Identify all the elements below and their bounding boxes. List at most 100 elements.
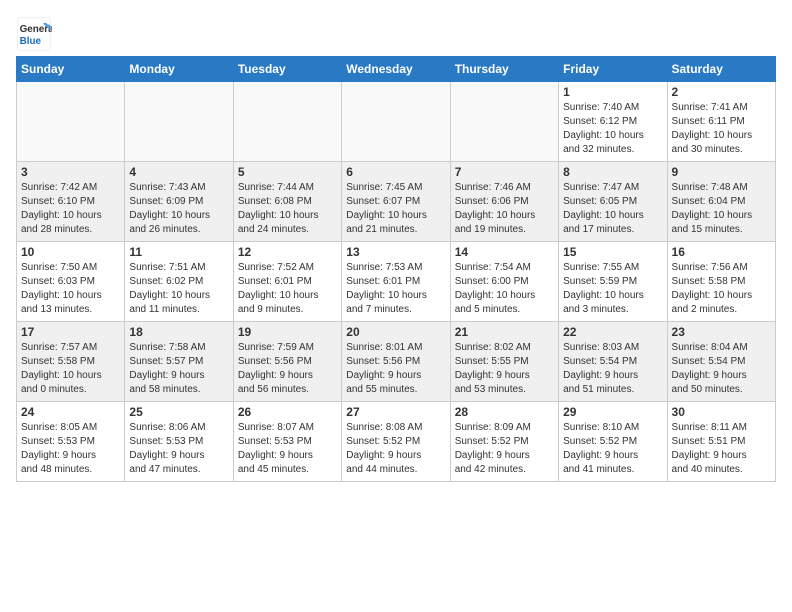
day-info: Sunrise: 7:53 AM Sunset: 6:01 PM Dayligh… — [346, 261, 445, 317]
day-info: Sunrise: 7:56 AM Sunset: 5:58 PM Dayligh… — [672, 261, 771, 317]
calendar-cell: 18Sunrise: 7:58 AM Sunset: 5:57 PM Dayli… — [125, 322, 233, 402]
day-info: Sunrise: 7:46 AM Sunset: 6:06 PM Dayligh… — [455, 181, 554, 237]
day-number: 2 — [672, 85, 771, 99]
calendar-cell: 9 Sunrise: 7:48 AM Sunset: 6:04 PM Daylig… — [667, 162, 775, 242]
calendar-cell: 30 Sunrise: 8:11 AM Sunset: 5:51 PM Dayli… — [667, 402, 775, 482]
day-number: 13 — [346, 245, 445, 259]
day-info: Sunrise: 7:51 AM Sunset: 6:02 PM Dayligh… — [129, 261, 228, 317]
day-number: 16 — [672, 245, 771, 259]
calendar-week-row: 3 Sunrise: 7:42 AM Sunset: 6:10 PM Daylig… — [17, 162, 776, 242]
logo-icon: General Blue — [16, 16, 52, 52]
calendar-cell: 19Sunrise: 7:59 AM Sunset: 5:56 PM Dayli… — [233, 322, 341, 402]
day-number: 15 — [563, 245, 662, 259]
day-number: 27 — [346, 405, 445, 419]
day-info: Sunrise: 8:04 AM Sunset: 5:54 PM Dayligh… — [672, 341, 771, 397]
calendar-cell: 27 Sunrise: 8:08 AM Sunset: 5:52 PM Dayli… — [342, 402, 450, 482]
weekday-header-tuesday: Tuesday — [233, 57, 341, 82]
day-number: 30 — [672, 405, 771, 419]
calendar-cell: 28 Sunrise: 8:09 AM Sunset: 5:52 PM Dayli… — [450, 402, 558, 482]
day-number: 24 — [21, 405, 120, 419]
day-number: 10 — [21, 245, 120, 259]
calendar-cell: 11 Sunrise: 7:51 AM Sunset: 6:02 PM Dayli… — [125, 242, 233, 322]
day-info: Sunrise: 8:08 AM Sunset: 5:52 PM Dayligh… — [346, 421, 445, 477]
day-info: Sunrise: 8:10 AM Sunset: 5:52 PM Dayligh… — [563, 421, 662, 477]
calendar-cell — [342, 82, 450, 162]
day-info: Sunrise: 8:11 AM Sunset: 5:51 PM Dayligh… — [672, 421, 771, 477]
day-number: 8 — [563, 165, 662, 179]
day-number: 26 — [238, 405, 337, 419]
day-number: 5 — [238, 165, 337, 179]
calendar-header-row: SundayMondayTuesdayWednesdayThursdayFrid… — [17, 57, 776, 82]
calendar-cell: 5 Sunrise: 7:44 AM Sunset: 6:08 PM Daylig… — [233, 162, 341, 242]
calendar-cell: 13 Sunrise: 7:53 AM Sunset: 6:01 PM Dayli… — [342, 242, 450, 322]
day-number: 4 — [129, 165, 228, 179]
day-info: Sunrise: 7:58 AM Sunset: 5:57 PM Dayligh… — [129, 341, 228, 397]
day-number: 6 — [346, 165, 445, 179]
calendar-cell: 21Sunrise: 8:02 AM Sunset: 5:55 PM Dayli… — [450, 322, 558, 402]
day-number: 25 — [129, 405, 228, 419]
weekday-header-friday: Friday — [559, 57, 667, 82]
calendar-table: SundayMondayTuesdayWednesdayThursdayFrid… — [16, 56, 776, 482]
calendar-cell: 8 Sunrise: 7:47 AM Sunset: 6:05 PM Daylig… — [559, 162, 667, 242]
day-info: Sunrise: 7:57 AM Sunset: 5:58 PM Dayligh… — [21, 341, 120, 397]
calendar-week-row: 24 Sunrise: 8:05 AM Sunset: 5:53 PM Dayli… — [17, 402, 776, 482]
day-info: Sunrise: 7:47 AM Sunset: 6:05 PM Dayligh… — [563, 181, 662, 237]
day-number: 23 — [672, 325, 771, 339]
calendar-cell: 14Sunrise: 7:54 AM Sunset: 6:00 PM Dayli… — [450, 242, 558, 322]
day-info: Sunrise: 7:48 AM Sunset: 6:04 PM Dayligh… — [672, 181, 771, 237]
weekday-header-thursday: Thursday — [450, 57, 558, 82]
calendar-cell: 23 Sunrise: 8:04 AM Sunset: 5:54 PM Dayli… — [667, 322, 775, 402]
day-info: Sunrise: 7:40 AM Sunset: 6:12 PM Dayligh… — [563, 101, 662, 157]
day-number: 17 — [21, 325, 120, 339]
logo: General Blue — [16, 16, 56, 52]
day-number: 11 — [129, 245, 228, 259]
weekday-header-saturday: Saturday — [667, 57, 775, 82]
day-number: 7 — [455, 165, 554, 179]
day-number: 12 — [238, 245, 337, 259]
weekday-header-monday: Monday — [125, 57, 233, 82]
day-number: 29 — [563, 405, 662, 419]
day-info: Sunrise: 7:55 AM Sunset: 5:59 PM Dayligh… — [563, 261, 662, 317]
day-info: Sunrise: 7:41 AM Sunset: 6:11 PM Dayligh… — [672, 101, 771, 157]
calendar-cell: 20 Sunrise: 8:01 AM Sunset: 5:56 PM Dayli… — [342, 322, 450, 402]
calendar-cell — [450, 82, 558, 162]
calendar-cell: 7 Sunrise: 7:46 AM Sunset: 6:06 PM Daylig… — [450, 162, 558, 242]
day-info: Sunrise: 8:09 AM Sunset: 5:52 PM Dayligh… — [455, 421, 554, 477]
day-info: Sunrise: 8:05 AM Sunset: 5:53 PM Dayligh… — [21, 421, 120, 477]
day-info: Sunrise: 7:45 AM Sunset: 6:07 PM Dayligh… — [346, 181, 445, 237]
day-number: 20 — [346, 325, 445, 339]
day-info: Sunrise: 7:52 AM Sunset: 6:01 PM Dayligh… — [238, 261, 337, 317]
calendar-cell: 15 Sunrise: 7:55 AM Sunset: 5:59 PM Dayli… — [559, 242, 667, 322]
day-info: Sunrise: 8:01 AM Sunset: 5:56 PM Dayligh… — [346, 341, 445, 397]
calendar-cell: 29 Sunrise: 8:10 AM Sunset: 5:52 PM Dayli… — [559, 402, 667, 482]
calendar-cell: 26 Sunrise: 8:07 AM Sunset: 5:53 PM Dayli… — [233, 402, 341, 482]
day-info: Sunrise: 7:54 AM Sunset: 6:00 PM Dayligh… — [455, 261, 554, 317]
calendar-cell — [233, 82, 341, 162]
day-info: Sunrise: 8:03 AM Sunset: 5:54 PM Dayligh… — [563, 341, 662, 397]
page-header: General Blue — [16, 16, 776, 52]
calendar-cell: 24 Sunrise: 8:05 AM Sunset: 5:53 PM Dayli… — [17, 402, 125, 482]
weekday-header-wednesday: Wednesday — [342, 57, 450, 82]
day-info: Sunrise: 8:07 AM Sunset: 5:53 PM Dayligh… — [238, 421, 337, 477]
calendar-cell — [17, 82, 125, 162]
weekday-header-sunday: Sunday — [17, 57, 125, 82]
day-info: Sunrise: 7:44 AM Sunset: 6:08 PM Dayligh… — [238, 181, 337, 237]
day-number: 19 — [238, 325, 337, 339]
day-info: Sunrise: 7:42 AM Sunset: 6:10 PM Dayligh… — [21, 181, 120, 237]
calendar-week-row: 17 Sunrise: 7:57 AM Sunset: 5:58 PM Dayli… — [17, 322, 776, 402]
calendar-cell: 17 Sunrise: 7:57 AM Sunset: 5:58 PM Dayli… — [17, 322, 125, 402]
calendar-week-row: 1Sunrise: 7:40 AM Sunset: 6:12 PM Daylig… — [17, 82, 776, 162]
calendar-cell: 12 Sunrise: 7:52 AM Sunset: 6:01 PM Dayli… — [233, 242, 341, 322]
day-number: 9 — [672, 165, 771, 179]
day-info: Sunrise: 8:02 AM Sunset: 5:55 PM Dayligh… — [455, 341, 554, 397]
svg-text:Blue: Blue — [20, 36, 42, 47]
calendar-cell: 6 Sunrise: 7:45 AM Sunset: 6:07 PM Daylig… — [342, 162, 450, 242]
calendar-cell: 25Sunrise: 8:06 AM Sunset: 5:53 PM Dayli… — [125, 402, 233, 482]
calendar-cell: 3 Sunrise: 7:42 AM Sunset: 6:10 PM Daylig… — [17, 162, 125, 242]
day-info: Sunrise: 7:50 AM Sunset: 6:03 PM Dayligh… — [21, 261, 120, 317]
calendar-cell — [125, 82, 233, 162]
day-number: 28 — [455, 405, 554, 419]
calendar-cell: 10 Sunrise: 7:50 AM Sunset: 6:03 PM Dayli… — [17, 242, 125, 322]
calendar-cell: 22Sunrise: 8:03 AM Sunset: 5:54 PM Dayli… — [559, 322, 667, 402]
day-number: 3 — [21, 165, 120, 179]
